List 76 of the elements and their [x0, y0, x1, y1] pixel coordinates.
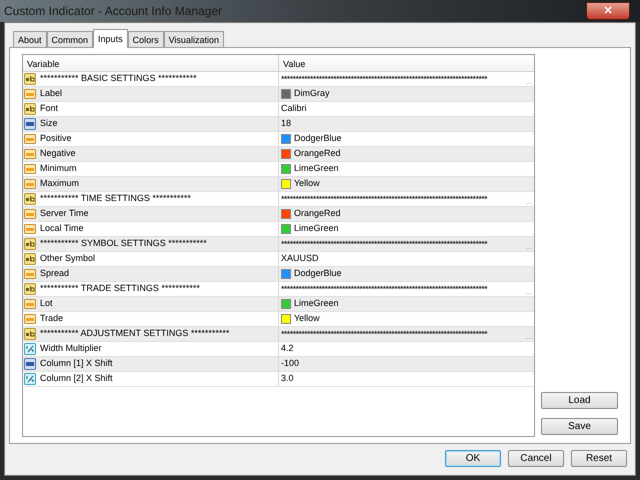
variable-name: Positive: [40, 132, 72, 146]
value-text: ***********************************************************************: [281, 284, 488, 294]
value-text: XAUUSD: [281, 252, 319, 266]
variable-name: *********** BASIC SETTINGS ***********: [40, 72, 197, 86]
value-text: DodgerBlue: [294, 132, 342, 146]
variable-name: Server Time: [40, 207, 89, 220]
value-text: OrangeRed: [294, 147, 341, 160]
color-type-icon: [24, 88, 36, 100]
variable-name: Minimum: [40, 162, 77, 176]
value-text: Calibri: [281, 102, 307, 116]
dialog-button[interactable]: OK: [445, 450, 501, 467]
tab[interactable]: Visualization: [164, 31, 224, 47]
fraction-type-icon: [24, 373, 36, 385]
variable-name: Spread: [40, 267, 70, 280]
value-text: LimeGreen: [294, 222, 339, 236]
value-text: -100: [281, 357, 300, 370]
color-type-icon: [24, 178, 36, 190]
tab[interactable]: About: [13, 31, 47, 47]
variable-name: Negative: [40, 147, 76, 160]
tab[interactable]: Common: [46, 31, 94, 47]
value-text: DodgerBlue: [294, 267, 342, 280]
side-button[interactable]: Load: [541, 392, 618, 409]
value-text: 18: [281, 117, 292, 130]
text-type-icon: [24, 73, 36, 85]
variable-name: Lot: [40, 297, 53, 310]
variable-name: Label: [40, 87, 62, 100]
color-type-icon: [24, 313, 36, 325]
variable-name: *********** TRADE SETTINGS ***********: [40, 282, 200, 296]
variable-name: Column [2] X Shift: [40, 372, 113, 386]
value-text: ***********************************************************************: [281, 330, 488, 338]
value-text: LimeGreen: [294, 162, 339, 176]
variable-name: Size: [40, 117, 58, 130]
integer-type-icon: [24, 358, 36, 370]
variable-name: Trade: [40, 312, 64, 326]
dialog-button[interactable]: Reset: [571, 450, 627, 467]
tab[interactable]: Inputs: [93, 29, 128, 48]
value-text: ***********************************************************************: [281, 194, 488, 204]
tab[interactable]: Colors: [128, 31, 164, 47]
color-type-icon: [24, 208, 36, 220]
color-type-icon: [24, 148, 36, 160]
variable-name: Maximum: [40, 177, 80, 190]
text-type-icon: [24, 103, 36, 115]
value-text: 3.0: [281, 372, 294, 386]
value-text: Yellow: [294, 312, 320, 326]
color-type-icon: [24, 223, 36, 235]
variable-name: Font: [40, 102, 58, 116]
text-type-icon: [24, 328, 36, 340]
variable-name: *********** SYMBOL SETTINGS ***********: [40, 237, 207, 250]
dialog-button[interactable]: Cancel: [508, 450, 564, 467]
column-header[interactable]: Value: [279, 55, 534, 71]
variable-name: *********** ADJUSTMENT SETTINGS ***********: [40, 327, 230, 340]
color-type-icon: [24, 298, 36, 310]
value-text: LimeGreen: [294, 297, 339, 310]
value-text: OrangeRed: [294, 207, 341, 220]
variable-name: Other Symbol: [40, 252, 96, 266]
side-button[interactable]: Save: [541, 418, 618, 435]
value-text: Yellow: [294, 177, 320, 190]
text-type-icon: [24, 193, 36, 205]
value-text: 4.2: [281, 342, 294, 356]
integer-type-icon: [24, 118, 36, 130]
value-text: DimGray: [294, 87, 330, 100]
text-type-icon: [24, 253, 36, 265]
variable-name: Column [1] X Shift: [40, 357, 113, 370]
value-text: ***********************************************************************: [281, 74, 488, 84]
text-type-icon: [24, 283, 36, 295]
fraction-type-icon: [24, 343, 36, 355]
color-type-icon: [24, 133, 36, 145]
variable-name: Local Time: [40, 222, 84, 236]
column-header[interactable]: Variable: [23, 55, 279, 71]
window-title: Custom Indicator - Account Info Manager: [4, 3, 222, 20]
color-type-icon: [24, 163, 36, 175]
value-text: ***********************************************************************: [281, 240, 488, 248]
variable-name: *********** TIME SETTINGS ***********: [40, 192, 191, 206]
color-type-icon: [24, 268, 36, 280]
variable-name: Width Multiplier: [40, 342, 102, 356]
text-type-icon: [24, 238, 36, 250]
